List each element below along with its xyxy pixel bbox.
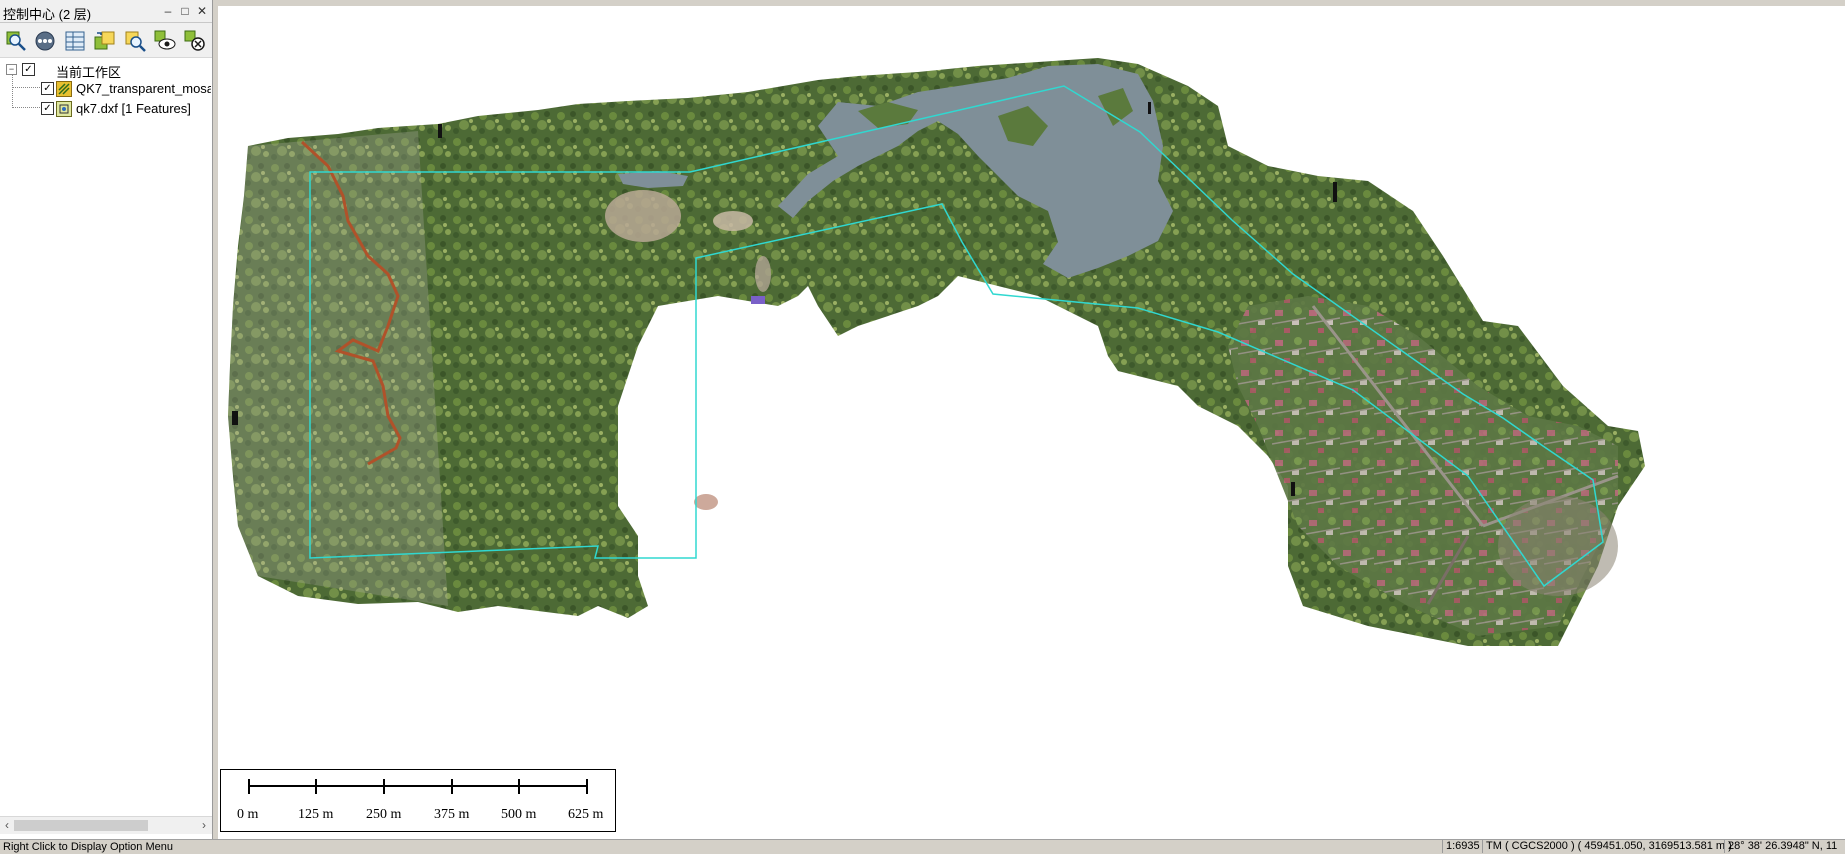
status-message: Right Click to Display Option Menu xyxy=(3,841,173,853)
orthomosaic-image xyxy=(228,58,1645,646)
scale-label: 125 m xyxy=(298,807,334,822)
scale-label: 500 m xyxy=(501,807,537,822)
panel-title-bar: 控制中心 (2 层) – □ ✕ xyxy=(0,0,212,23)
scale-label: 375 m xyxy=(434,807,470,822)
visibility-icon xyxy=(154,30,176,50)
vector-layer-icon xyxy=(56,101,72,117)
scroll-right-icon[interactable]: › xyxy=(198,818,210,832)
scale-label: 0 m xyxy=(237,807,259,822)
zoom-to-layer-icon xyxy=(6,31,26,51)
minimize-button[interactable]: – xyxy=(160,3,176,19)
collapse-toggle-icon[interactable]: − xyxy=(6,64,17,75)
workspace-checkbox[interactable]: ✓ xyxy=(22,63,35,76)
raster-layer-icon xyxy=(56,81,72,97)
layer-item-mosaic[interactable]: ✓ QK7_transparent_mosa xyxy=(41,80,211,98)
layer-name: QK7_transparent_mosa xyxy=(76,81,211,96)
scroll-thumb[interactable] xyxy=(14,820,148,831)
quarry-area xyxy=(605,190,681,242)
status-bar: Right Click to Display Option Menu 1:693… xyxy=(0,839,1845,854)
globe-button[interactable] xyxy=(33,29,57,53)
globe-icon xyxy=(35,31,55,51)
layer-extent-button[interactable] xyxy=(93,29,117,53)
panel-title: 控制中心 (2 层) xyxy=(3,7,92,22)
zoom-to-selection-icon xyxy=(125,31,146,52)
layer-name: qk7.dxf [1 Features] xyxy=(76,101,191,116)
scale-bar: 0 m 125 m 250 m 375 m 500 m 625 m xyxy=(220,769,616,832)
restore-button[interactable]: □ xyxy=(177,3,193,19)
visibility-button[interactable] xyxy=(153,29,177,53)
scale-label: 625 m xyxy=(568,807,604,822)
workspace-node[interactable]: − ✓ 当前工作区 xyxy=(6,61,206,80)
panel-horizontal-scrollbar[interactable]: ‹ › xyxy=(0,816,212,834)
layer-checkbox[interactable]: ✓ xyxy=(41,102,54,115)
remove-layer-icon xyxy=(184,30,205,51)
zoom-to-layer-button[interactable] xyxy=(4,29,28,53)
attribute-table-icon xyxy=(65,31,85,51)
scroll-left-icon[interactable]: ‹ xyxy=(1,818,13,832)
map-scale-readout: 1:6935 xyxy=(1442,840,1482,853)
layer-checkbox[interactable]: ✓ xyxy=(41,82,54,95)
attribute-table-button[interactable] xyxy=(63,29,87,53)
layer-extent-icon xyxy=(94,31,115,50)
workspace-label: 当前工作区 xyxy=(56,65,122,80)
close-button[interactable]: ✕ xyxy=(194,3,210,19)
latlon-readout: 28° 38' 26.3948" N, 11 xyxy=(1724,840,1845,853)
scale-label: 250 m xyxy=(366,807,402,822)
panel-toolbar xyxy=(0,23,212,58)
map-canvas[interactable]: 0 m 125 m 250 m 375 m 500 m 625 m xyxy=(218,6,1845,839)
control-center-panel: 控制中心 (2 层) – □ ✕ − ✓ 当前工作区 ✓ QK7_transpa… xyxy=(0,0,213,839)
coordinate-readout: TM ( CGCS2000 ) ( 459451.050, 3169513.58… xyxy=(1482,840,1732,853)
remove-layer-button[interactable] xyxy=(183,29,207,53)
zoom-to-selection-button[interactable] xyxy=(123,29,147,53)
layer-item-dxf[interactable]: ✓ qk7.dxf [1 Features] xyxy=(41,100,211,118)
